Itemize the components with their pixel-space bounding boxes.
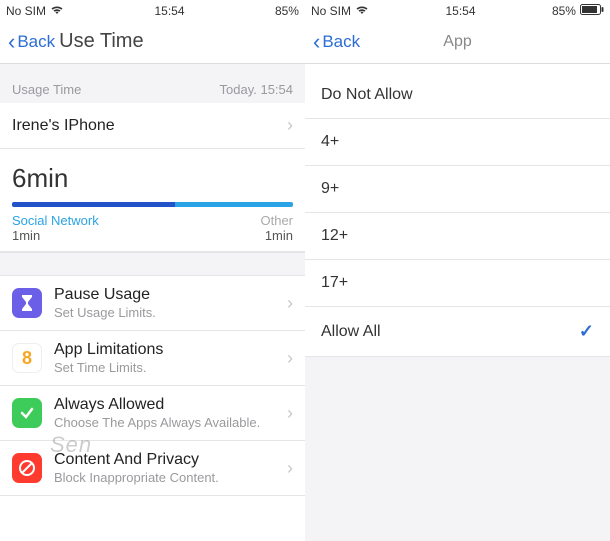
page-title: Use Time [59,30,143,53]
chevron-right-icon: › [287,403,293,424]
status-bar: No SIM 15:54 85% [305,0,610,20]
option-label: 12+ [321,227,348,245]
legend-social-value: 1min [12,228,99,243]
hourglass-icon [12,288,42,318]
legend-social-label: Social Network [12,213,99,228]
screen-use-time: No SIM 15:54 85% ‹ Back Use Time Usage T… [0,0,305,541]
option-do-not-allow[interactable]: Do Not Allow [305,64,610,119]
usage-header-label: Usage Time [12,82,81,97]
menu-pause-usage[interactable]: Pause Usage Set Usage Limits. › [0,276,305,331]
section-gap [0,252,305,276]
option-label: 17+ [321,274,348,292]
wifi-icon [50,4,64,18]
option-17plus[interactable]: 17+ [305,260,610,307]
usage-bar-other [175,202,293,207]
battery-icon [580,4,604,18]
back-label: Back [322,32,360,52]
chevron-right-icon: › [287,458,293,479]
check-badge-icon [12,398,42,428]
option-allow-all[interactable]: Allow All ✓ [305,307,610,357]
chevron-right-icon: › [287,293,293,314]
usage-summary[interactable]: 6min Social Network 1min Other 1min [0,149,305,252]
usage-bar-social [12,202,175,207]
empty-area [305,357,610,541]
menu-content-privacy[interactable]: Content And Privacy Block Inappropriate … [0,441,305,496]
carrier-text: No SIM [311,4,351,18]
option-4plus[interactable]: 4+ [305,119,610,166]
menu-app-limitations[interactable]: 8 App Limitations Set Time Limits. › [0,331,305,386]
status-time: 15:54 [445,4,475,18]
option-12plus[interactable]: 12+ [305,213,610,260]
device-row[interactable]: Irene's IPhone › [0,103,305,149]
chevron-right-icon: › [287,348,293,369]
usage-bar [12,202,293,207]
chevron-right-icon: › [287,115,293,136]
option-label: 9+ [321,180,339,198]
status-time: 15:54 [154,4,184,18]
usage-legend: Social Network 1min Other 1min [0,207,305,243]
wifi-icon [355,4,369,18]
back-button[interactable]: ‹ Back [313,29,360,55]
usage-total: 6min [0,159,305,202]
menu-title: App Limitations [54,341,287,359]
status-bar: No SIM 15:54 85% [0,0,305,20]
nav-bar: ‹ Back App [305,20,610,64]
option-9plus[interactable]: 9+ [305,166,610,213]
device-name: Irene's IPhone [12,117,115,135]
rating-options-list: Do Not Allow 4+ 9+ 12+ 17+ Allow All ✓ [305,64,610,357]
back-label: Back [17,32,55,52]
battery-text: 85% [275,4,299,18]
menu-always-allowed[interactable]: Always Allowed Choose The Apps Always Av… [0,386,305,441]
chevron-left-icon: ‹ [8,29,15,55]
checkmark-icon: ✓ [579,321,594,342]
screen-app-ratings: No SIM 15:54 85% ‹ Back App Do Not Allow… [305,0,610,541]
menu-subtitle: Set Time Limits. [54,360,287,375]
option-label: 4+ [321,133,339,151]
legend-other-value: 1min [260,228,293,243]
menu-subtitle: Set Usage Limits. [54,305,287,320]
option-label: Allow All [321,323,381,341]
menu-title: Always Allowed [54,396,287,414]
battery-text: 85% [552,4,576,18]
chevron-left-icon: ‹ [313,29,320,55]
usage-header-stamp: Today. 15:54 [220,82,293,97]
legend-other-label: Other [260,213,293,228]
menu-subtitle: Choose The Apps Always Available. [54,415,287,430]
menu-title: Pause Usage [54,286,287,304]
menu-subtitle: Block Inappropriate Content. [54,470,287,485]
page-title: App [443,33,471,51]
hourglass-digit-icon: 8 [12,343,42,373]
nav-bar: ‹ Back Use Time [0,20,305,64]
no-entry-icon [12,453,42,483]
option-label: Do Not Allow [321,86,413,104]
back-button[interactable]: ‹ Back [8,29,55,55]
usage-section-header: Usage Time Today. 15:54 [0,64,305,103]
menu-title: Content And Privacy [54,451,287,469]
carrier-text: No SIM [6,4,46,18]
